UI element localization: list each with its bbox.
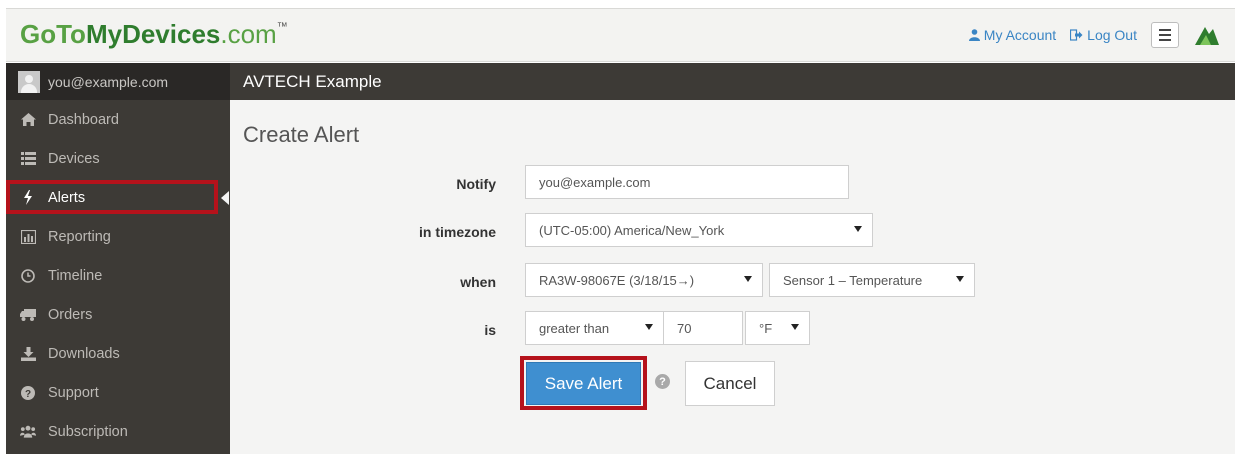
svg-text:?: ? [25, 389, 31, 400]
sidebar-item-orders[interactable]: Orders [6, 295, 230, 334]
log-out-link[interactable]: Log Out [1070, 27, 1137, 43]
user-icon [968, 29, 980, 41]
clock-icon [20, 268, 36, 284]
chevron-down-icon [956, 276, 964, 282]
page-title: Create Alert [243, 122, 360, 147]
save-alert-label: Save Alert [544, 373, 623, 393]
timezone-select[interactable]: (UTC-05:00) America/New_York [525, 213, 873, 247]
cancel-button[interactable]: Cancel [685, 361, 775, 406]
save-alert-button[interactable]: Save Alert [526, 362, 641, 405]
notify-label: Notify [456, 176, 496, 192]
timezone-label: in timezone [418, 224, 496, 240]
is-label: is [484, 322, 496, 338]
top-nav: My Account Log Out [968, 21, 1221, 49]
chevron-down-icon [744, 276, 752, 282]
truck-icon [20, 307, 36, 323]
notify-value: you@example.com [539, 174, 651, 190]
timezone-value: (UTC-05:00) America/New_York [539, 222, 725, 238]
threshold-input[interactable]: 70 [663, 311, 743, 345]
unit-select[interactable]: °F [745, 311, 810, 345]
user-email: you@example.com [48, 73, 169, 90]
unit-value: °F [759, 320, 773, 336]
sidebar-item-support[interactable]: ? Support [6, 373, 230, 412]
brand-part-com: .com [220, 19, 277, 49]
download-icon [20, 346, 36, 362]
main-header: AVTECH Example [230, 63, 1235, 100]
my-account-link[interactable]: My Account [968, 27, 1057, 43]
threshold-value: 70 [677, 320, 692, 336]
help-icon-glyph: ? [659, 375, 666, 388]
sidebar-item-label: Subscription [48, 423, 128, 440]
bar-chart-icon [20, 229, 36, 245]
account-name: AVTECH Example [243, 71, 382, 91]
avatar [18, 70, 40, 93]
sidebar-item-timeline[interactable]: Timeline [6, 256, 230, 295]
list-icon [20, 151, 36, 167]
brand-part-goto: GoTo [20, 19, 86, 49]
brand-logo[interactable]: GoToMyDevices.com™ [20, 19, 288, 50]
comparator-value: greater than [539, 320, 610, 336]
bolt-icon [20, 190, 36, 206]
home-icon [20, 112, 36, 128]
device-select[interactable]: RA3W-98067E (3/18/15→) [525, 263, 763, 297]
brand-trademark: ™ [276, 21, 288, 33]
when-label: when [460, 274, 496, 290]
sidebar-item-label: Support [48, 384, 99, 401]
comparator-select[interactable]: greater than [525, 311, 664, 345]
sidebar-item-label: Alerts [48, 189, 86, 206]
sidebar-item-alerts[interactable]: Alerts [6, 178, 230, 217]
sidebar-item-subscription[interactable]: Subscription [6, 412, 230, 451]
brand-part-mydevices: MyDevices [85, 19, 221, 49]
question-icon: ? [20, 385, 36, 401]
sensor-value: Sensor 1 – Temperature [783, 272, 923, 288]
device-value: RA3W-98067E (3/18/15→) [539, 272, 695, 288]
sidebar-item-downloads[interactable]: Downloads [6, 334, 230, 373]
sidebar-item-devices[interactable]: Devices [6, 139, 230, 178]
sidebar-item-label: Orders [48, 306, 93, 323]
sensor-select[interactable]: Sensor 1 – Temperature [769, 263, 975, 297]
sidebar: you@example.com Dashboard Devices Alerts… [6, 63, 230, 454]
sidebar-item-label: Reporting [48, 228, 111, 245]
hamburger-menu-button[interactable] [1151, 22, 1179, 48]
sidebar-item-dashboard[interactable]: Dashboard [6, 100, 230, 139]
active-caret-icon [221, 191, 229, 205]
sidebar-item-label: Downloads [48, 345, 120, 362]
log-out-label: Log Out [1087, 27, 1137, 43]
notify-field[interactable]: you@example.com [525, 165, 849, 199]
chevron-down-icon [791, 324, 799, 330]
sign-out-icon [1070, 29, 1083, 41]
sidebar-item-label: Devices [48, 150, 100, 167]
sidebar-item-label: Timeline [48, 267, 103, 284]
help-icon[interactable]: ? [655, 374, 670, 389]
my-account-label: My Account [983, 27, 1057, 43]
sidebar-item-label: Dashboard [48, 111, 119, 128]
sidebar-item-reporting[interactable]: Reporting [6, 217, 230, 256]
chevron-down-icon [854, 226, 862, 232]
sidebar-user[interactable]: you@example.com [6, 63, 230, 100]
users-icon [20, 424, 36, 440]
company-logo-icon [1195, 27, 1219, 45]
top-bar: GoToMyDevices.com™ My Account Log Out [6, 8, 1235, 62]
chevron-down-icon [645, 324, 653, 330]
cancel-label: Cancel [703, 373, 757, 393]
